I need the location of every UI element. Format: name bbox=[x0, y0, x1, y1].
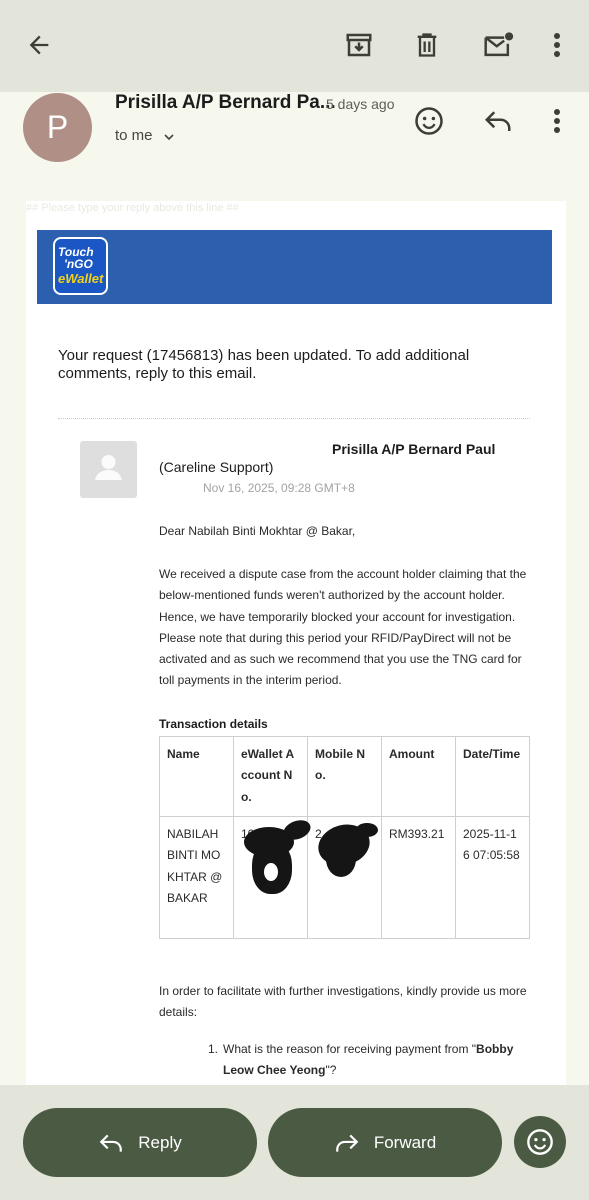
table-header-cell: Name bbox=[159, 736, 234, 817]
arrow-left-icon bbox=[29, 35, 49, 55]
request-update-text: Your request (17456813) has been updated… bbox=[58, 347, 470, 382]
reply-icon bbox=[99, 1134, 123, 1152]
mark-unread-button[interactable] bbox=[478, 26, 518, 64]
bottom-action-bar: Reply Forward bbox=[0, 1085, 589, 1200]
more-vert-icon bbox=[554, 33, 560, 57]
sender-name[interactable]: Prisilla A/P Bernard Pa... bbox=[115, 92, 336, 114]
table-header-cell: Mobile No. bbox=[307, 736, 382, 817]
top-app-bar bbox=[0, 0, 589, 92]
more-options-button[interactable] bbox=[543, 26, 571, 64]
reply-icon-button[interactable] bbox=[478, 102, 518, 140]
recipient-label: to me bbox=[115, 127, 153, 144]
table-header-cell: Amount bbox=[381, 736, 456, 817]
emoji-icon bbox=[415, 107, 443, 135]
agent-avatar bbox=[80, 441, 137, 498]
table-header-cell: eWallet Account No. bbox=[233, 736, 308, 817]
mark-unread-icon bbox=[484, 32, 514, 57]
brand-banner: Touch 'nGO eWallet bbox=[37, 230, 552, 304]
reply-icon bbox=[484, 111, 511, 131]
archive-icon bbox=[346, 33, 372, 57]
logo-text-ngo: 'nGO bbox=[64, 257, 93, 271]
forward-label: Forward bbox=[373, 1132, 437, 1152]
chevron-down-icon bbox=[163, 134, 174, 141]
transaction-heading: Transaction details bbox=[159, 717, 268, 731]
reply-label: Reply bbox=[138, 1132, 182, 1152]
logo-text-ewallet: eWallet bbox=[58, 271, 104, 286]
trash-icon bbox=[417, 33, 437, 57]
question-item: What is the reason for receiving payment… bbox=[223, 1039, 527, 1082]
agent-team: (Careline Support) bbox=[159, 459, 274, 475]
table-cell-amount: RM393.21 bbox=[381, 816, 456, 939]
message-more-button[interactable] bbox=[543, 102, 571, 140]
back-button[interactable] bbox=[20, 26, 58, 64]
emoji-icon bbox=[527, 1129, 553, 1155]
avatar[interactable]: P bbox=[23, 93, 92, 162]
agent-message-date: Nov 16, 2025, 09:28 GMT+8 bbox=[203, 481, 355, 495]
question-text-end: "? bbox=[325, 1063, 337, 1078]
react-emoji-button[interactable] bbox=[410, 102, 448, 140]
emoji-react-button[interactable] bbox=[514, 1116, 566, 1168]
table-header-cell: Date/Time bbox=[455, 736, 530, 817]
forward-icon bbox=[335, 1134, 359, 1152]
recipient-details-toggle[interactable]: to me bbox=[115, 126, 177, 145]
greeting: Dear Nabilah Binti Mokhtar @ Bakar, bbox=[159, 524, 356, 538]
email-body: ## Please type your reply above this lin… bbox=[26, 201, 566, 1085]
reply-above-line-notice: ## Please type your reply above this lin… bbox=[26, 202, 239, 214]
more-vert-icon bbox=[554, 109, 560, 133]
archive-button[interactable] bbox=[340, 26, 378, 64]
received-time: 5 days ago bbox=[326, 96, 395, 112]
person-placeholder-icon bbox=[95, 455, 122, 480]
agent-name: Prisilla A/P Bernard Paul bbox=[332, 441, 496, 457]
follow-up-paragraph: In order to facilitate with further inve… bbox=[159, 984, 527, 1020]
dispute-paragraph: We received a dispute case from the acco… bbox=[159, 567, 527, 688]
divider bbox=[58, 418, 530, 419]
reply-button[interactable]: Reply bbox=[23, 1108, 257, 1177]
sender-header: P Prisilla A/P Bernard Pa... 5 days ago … bbox=[0, 92, 589, 192]
delete-button[interactable] bbox=[408, 26, 446, 64]
forward-button[interactable]: Forward bbox=[268, 1108, 502, 1177]
touch-n-go-ewallet-logo: Touch 'nGO eWallet bbox=[53, 237, 108, 295]
table-cell-datetime: 2025-11-16 07:05:58 bbox=[455, 816, 530, 939]
table-cell-name: NABILAH BINTI MOKHTAR @ BAKAR bbox=[159, 816, 234, 939]
table-header-row: Name eWallet Account No. Mobile No. Amou… bbox=[159, 736, 530, 817]
question-text: What is the reason for receiving payment… bbox=[223, 1042, 477, 1056]
